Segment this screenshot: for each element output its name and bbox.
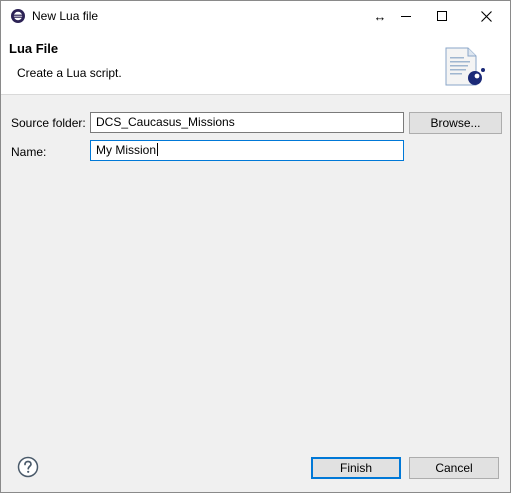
browse-button[interactable]: Browse... — [409, 112, 502, 134]
lua-file-wizard-icon — [445, 47, 485, 86]
wizard-header: Lua File Create a Lua script. — [1, 31, 510, 95]
close-button[interactable] — [463, 1, 509, 31]
finish-button[interactable]: Finish — [311, 457, 401, 479]
source-folder-input[interactable]: DCS_Caucasus_Missions — [90, 112, 404, 133]
eclipse-icon — [11, 9, 25, 23]
wizard-description: Create a Lua script. — [17, 66, 122, 80]
window-title: New Lua file — [32, 9, 99, 23]
title-bar: New Lua file ↔ — [1, 1, 510, 31]
close-icon — [480, 10, 492, 22]
maximize-icon — [437, 11, 447, 21]
name-label: Name: — [11, 145, 47, 159]
minimize-icon — [401, 16, 411, 17]
name-input[interactable]: My Mission — [90, 140, 404, 161]
name-input-value: My Mission — [96, 143, 157, 157]
cancel-button[interactable]: Cancel — [409, 457, 499, 479]
help-icon[interactable] — [17, 456, 39, 478]
text-caret — [157, 143, 159, 156]
new-lua-file-dialog: New Lua file ↔ Lua File Create a Lua scr… — [0, 0, 511, 493]
maximize-button[interactable] — [419, 1, 465, 31]
source-folder-label: Source folder: — [11, 116, 86, 130]
wizard-title: Lua File — [9, 41, 59, 56]
